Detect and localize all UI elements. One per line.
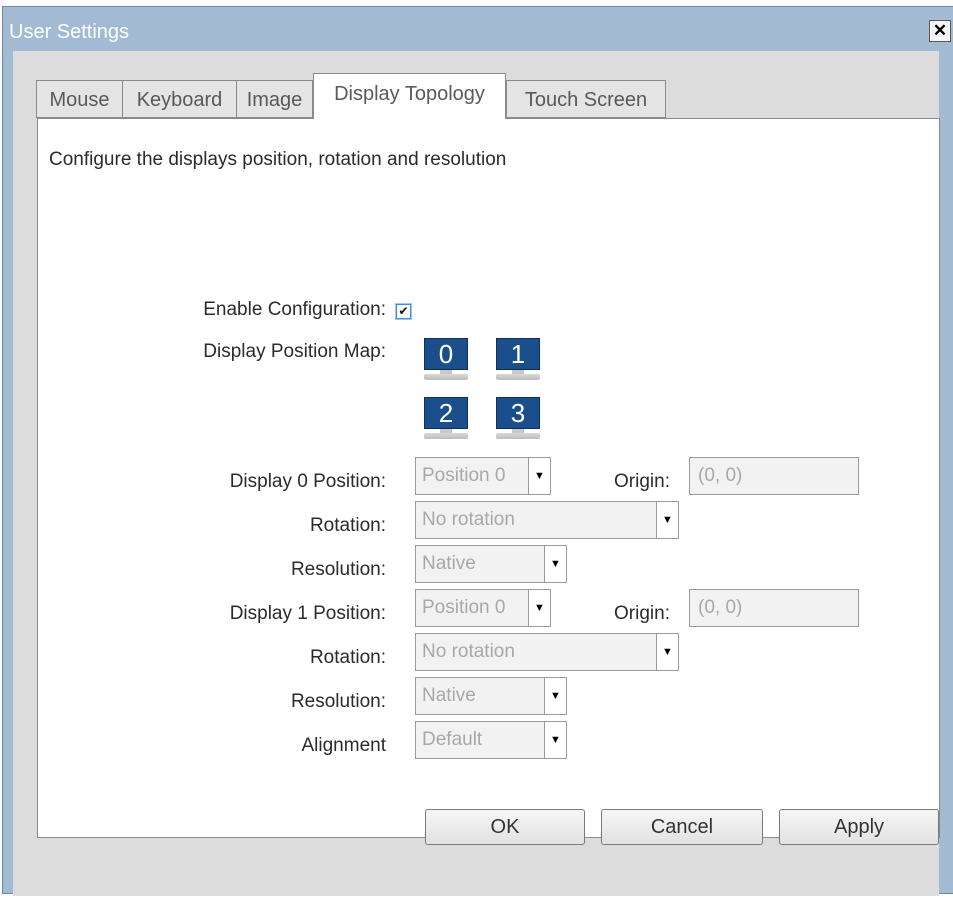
display-0-rotation-select[interactable]: No rotation ▼ bbox=[415, 501, 679, 539]
display-1-rotation-select[interactable]: No rotation ▼ bbox=[415, 633, 679, 671]
tab-image[interactable]: Image bbox=[236, 80, 313, 118]
display-0-resolution-value: Native bbox=[422, 553, 476, 574]
chevron-down-icon: ▼ bbox=[528, 590, 550, 626]
close-icon[interactable]: ✕ bbox=[929, 20, 951, 42]
display-1-rotation-label: Rotation: bbox=[309, 647, 386, 668]
user-settings-dialog: User Settings ✕ Mouse Keyboard Image Dis… bbox=[2, 6, 953, 896]
monitor-stand bbox=[424, 374, 468, 380]
enable-configuration-checkbox[interactable]: ✔ bbox=[396, 304, 411, 319]
chevron-down-icon: ▼ bbox=[544, 722, 566, 758]
monitor-stand bbox=[496, 374, 540, 380]
monitor-2-icon[interactable]: 2 bbox=[424, 397, 468, 439]
display-1-position-select[interactable]: Position 0 ▼ bbox=[415, 589, 551, 627]
monitor-neck bbox=[512, 370, 524, 374]
title-bar[interactable]: User Settings ✕ bbox=[3, 7, 953, 57]
display-1-position-label: Display 1 Position: bbox=[229, 603, 386, 624]
tab-keyboard[interactable]: Keyboard bbox=[122, 80, 237, 118]
display-position-map-label: Display Position Map: bbox=[203, 341, 386, 362]
tab-display-topology[interactable]: Display Topology bbox=[313, 73, 506, 119]
ok-button[interactable]: OK bbox=[425, 809, 585, 845]
monitor-3-icon[interactable]: 3 bbox=[496, 397, 540, 439]
display-0-origin-field[interactable]: (0, 0) bbox=[689, 457, 859, 495]
monitor-neck bbox=[440, 429, 452, 433]
dialog-body: Mouse Keyboard Image Display Topology To… bbox=[13, 51, 940, 896]
cancel-button[interactable]: Cancel bbox=[601, 809, 763, 845]
chevron-down-icon: ▼ bbox=[656, 634, 678, 670]
chevron-down-icon: ▼ bbox=[656, 502, 678, 538]
monitor-0-icon[interactable]: 0 bbox=[424, 338, 468, 380]
display-0-position-label: Display 0 Position: bbox=[229, 471, 386, 492]
display-1-origin-label: Origin: bbox=[614, 603, 670, 624]
apply-button[interactable]: Apply bbox=[779, 809, 939, 845]
display-1-rotation-value: No rotation bbox=[422, 641, 515, 662]
enable-configuration-label: Enable Configuration: bbox=[203, 299, 386, 320]
monitor-neck bbox=[512, 429, 524, 433]
alignment-select[interactable]: Default ▼ bbox=[415, 721, 567, 759]
display-0-position-select[interactable]: Position 0 ▼ bbox=[415, 457, 551, 495]
monitor-number: 2 bbox=[424, 397, 468, 429]
display-0-resolution-select[interactable]: Native ▼ bbox=[415, 545, 567, 583]
tab-mouse[interactable]: Mouse bbox=[36, 80, 123, 118]
monitor-number: 0 bbox=[424, 338, 468, 370]
display-0-rotation-label: Rotation: bbox=[309, 515, 386, 536]
display-0-rotation-value: No rotation bbox=[422, 509, 515, 530]
display-0-resolution-label: Resolution: bbox=[290, 559, 386, 580]
display-1-resolution-select[interactable]: Native ▼ bbox=[415, 677, 567, 715]
window-title: User Settings bbox=[9, 21, 130, 43]
display-1-origin-field[interactable]: (0, 0) bbox=[689, 589, 859, 627]
chevron-down-icon: ▼ bbox=[544, 678, 566, 714]
display-0-origin-label: Origin: bbox=[614, 471, 670, 492]
description-text: Configure the displays position, rotatio… bbox=[49, 149, 507, 170]
monitor-stand bbox=[424, 433, 468, 439]
monitor-number: 3 bbox=[496, 397, 540, 429]
chevron-down-icon: ▼ bbox=[544, 546, 566, 582]
monitor-stand bbox=[496, 433, 540, 439]
monitor-neck bbox=[440, 370, 452, 374]
alignment-value: Default bbox=[422, 729, 483, 750]
chevron-down-icon: ▼ bbox=[528, 458, 550, 494]
tab-touch-screen[interactable]: Touch Screen bbox=[506, 80, 666, 118]
alignment-label: Alignment bbox=[301, 735, 387, 756]
display-1-resolution-value: Native bbox=[422, 685, 476, 706]
monitor-1-icon[interactable]: 1 bbox=[496, 338, 540, 380]
display-1-resolution-label: Resolution: bbox=[290, 691, 386, 712]
display-1-position-value: Position 0 bbox=[422, 597, 506, 618]
monitor-number: 1 bbox=[496, 338, 540, 370]
display-0-position-value: Position 0 bbox=[422, 465, 506, 486]
